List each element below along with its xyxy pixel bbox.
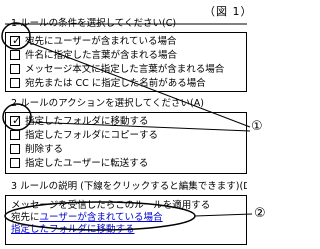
description-line: メッセージを受信したらこのルールを適用する — [11, 200, 210, 212]
folder-link[interactable]: 指定したフォルダに移動する — [11, 224, 135, 235]
description-line: 宛先にユーザーが含まれている場合 — [11, 212, 163, 224]
callout-2: ② — [254, 206, 266, 221]
action-label: 指定したユーザーに転送する — [25, 158, 149, 169]
section2-header: 2 ルールのアクションを選択してください(A) — [11, 98, 204, 109]
action-label: 削除する — [25, 144, 64, 155]
section3-header: 3 ルールの説明 (下線をクリックすると編集できます)(D) — [11, 181, 247, 192]
description-text: メッセージを受信したらこのルールを適用する — [11, 200, 211, 211]
checkbox[interactable] — [10, 64, 20, 74]
recipient-link[interactable]: ユーザーが含まれている場合 — [40, 212, 163, 223]
check-icon: ✓ — [12, 34, 22, 47]
section1-header: 1 ルールの条件を選択してください(C) — [11, 18, 177, 29]
check-icon: ✓ — [12, 114, 22, 127]
condition-label: メッセージ本文に指定した言葉が含まれる場合 — [25, 64, 225, 75]
condition-label: 宛先にユーザーが含まれている場合 — [25, 36, 177, 47]
callout-1: ① — [251, 119, 263, 134]
description-text: 宛先に — [11, 212, 40, 223]
checkbox[interactable] — [10, 130, 20, 140]
checkbox[interactable] — [10, 50, 20, 60]
condition-label: 件名に指定した言葉が含まれる場合 — [25, 50, 178, 61]
action-label: 指定したフォルダに移動する — [25, 116, 149, 127]
actions-list[interactable]: ✓ 指定したフォルダに移動する 指定したフォルダにコピーする 削除する 指定した… — [5, 112, 247, 174]
checkbox[interactable] — [10, 78, 20, 88]
action-label: 指定したフォルダにコピーする — [25, 130, 159, 141]
checkbox[interactable] — [10, 144, 20, 154]
description-line: 指定したフォルダに移動する — [11, 224, 135, 236]
rule-wizard-panel: 1 ルールの条件を選択してください(C) ✓ 宛先にユーザーが含まれている場合 … — [5, 17, 247, 247]
checkbox[interactable] — [10, 158, 20, 168]
conditions-list[interactable]: ✓ 宛先にユーザーが含まれている場合 件名に指定した言葉が含まれる場合 メッセー… — [5, 32, 247, 92]
rule-description-box: メッセージを受信したらこのルールを適用する 宛先にユーザーが含まれている場合 指… — [5, 195, 247, 245]
condition-label: 宛先または CC に指定した名前がある場合 — [25, 78, 206, 89]
checkbox[interactable]: ✓ — [10, 34, 22, 47]
checkbox[interactable]: ✓ — [10, 114, 22, 127]
